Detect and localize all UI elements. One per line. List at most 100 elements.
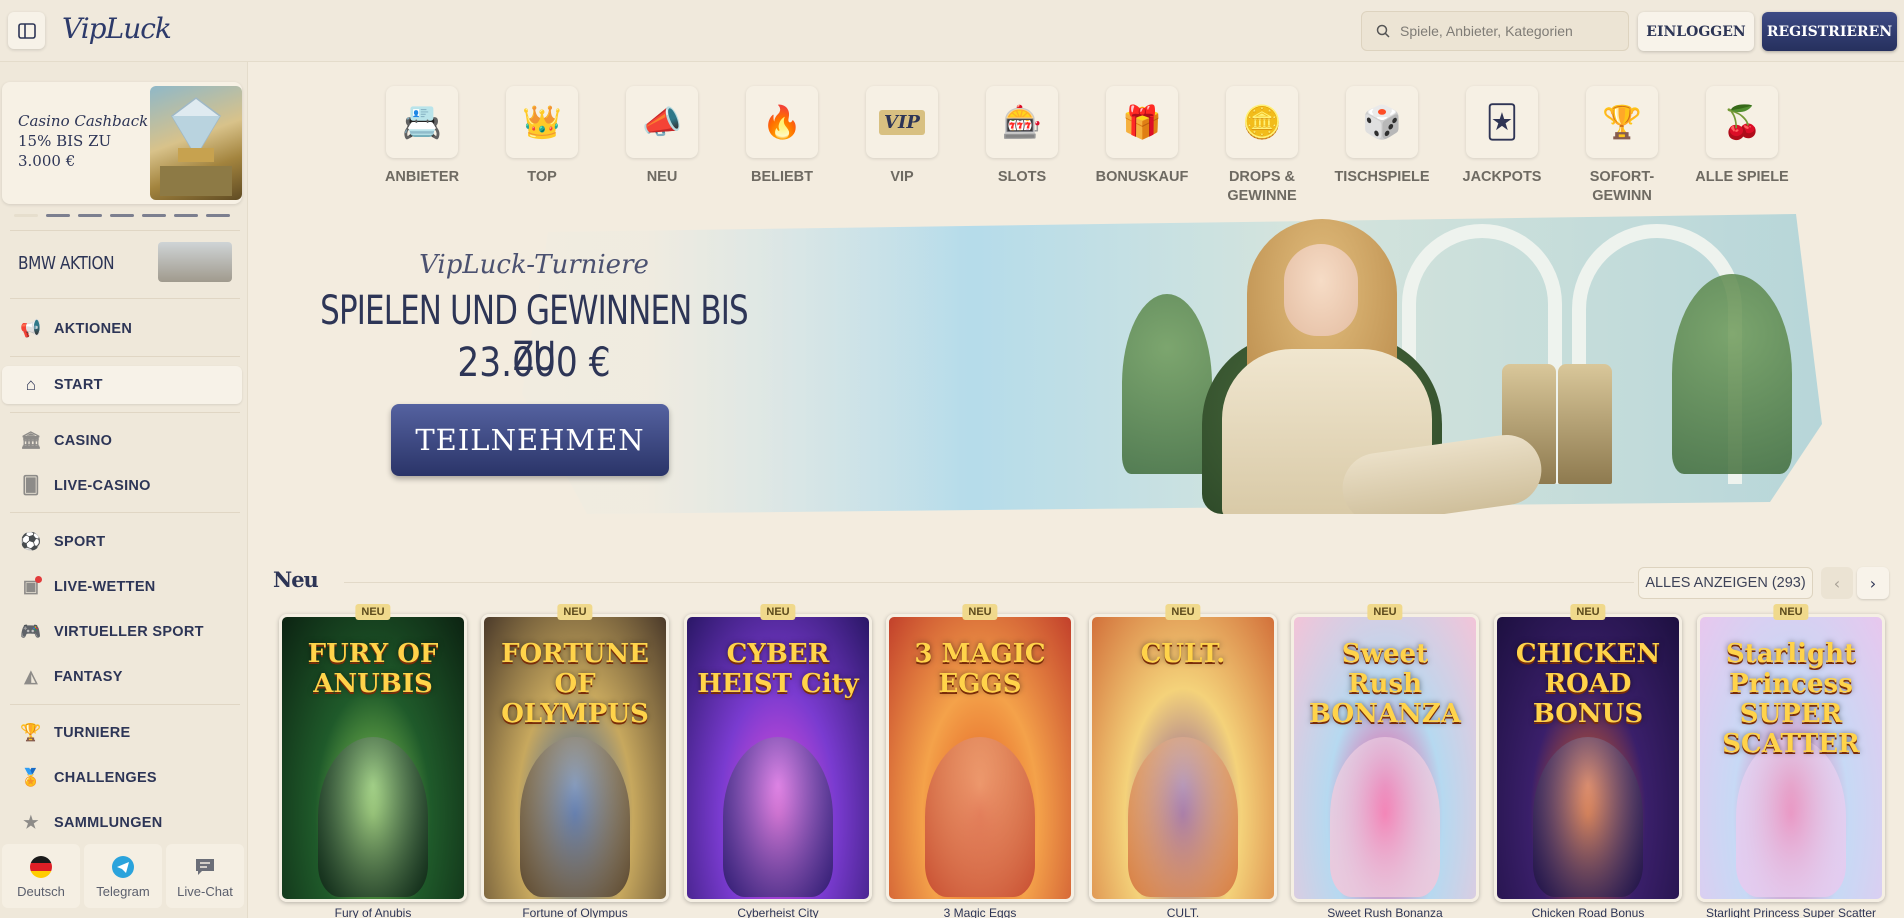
cashback-title: Casino Cashback [18, 112, 149, 130]
sidebar-item-virtueller-sport[interactable]: 🎮 VIRTUELLER SPORT [2, 613, 242, 651]
sidebar-item-start[interactable]: ⌂ START [2, 366, 242, 404]
new-badge: NEU [962, 604, 998, 620]
category-label: DROPS & GEWINNE [1227, 169, 1297, 204]
divider [10, 512, 240, 513]
show-all-button[interactable]: ALLES ANZEIGEN (293) [1638, 567, 1813, 599]
game-tile[interactable]: NEU CYBER HEIST City Cyberheist City [684, 604, 872, 918]
game-thumbnail[interactable]: CULT. [1089, 614, 1277, 902]
game-character [925, 737, 1035, 897]
divider [10, 356, 240, 357]
sidebar-item-sport[interactable]: ⚽ SPORT [2, 523, 242, 561]
megaphone-icon: 📢 [20, 319, 42, 338]
sidebar-item-live-casino[interactable]: 🂠 LIVE-CASINO [2, 467, 242, 505]
game-thumbnail[interactable]: 3 MAGIC EGGS [886, 614, 1074, 902]
carousel-dot[interactable] [142, 214, 166, 217]
game-thumbnail[interactable]: CHICKEN ROAD BONUS [1494, 614, 1682, 902]
game-tile[interactable]: NEU Sweet Rush BONANZA Sweet Rush Bonanz… [1291, 604, 1479, 918]
category-sofort-gewinn[interactable]: 🏆 SOFORT- GEWINN [1569, 86, 1675, 206]
category-vip[interactable]: VIP VIP [849, 86, 955, 187]
category-slots[interactable]: 🎰 SLOTS [969, 86, 1075, 187]
carousel-dot[interactable] [78, 214, 102, 217]
category-tischspiele[interactable]: 🎲 TISCHSPIELE [1329, 86, 1435, 187]
category-anbieter[interactable]: 📇 ANBIETER [369, 86, 475, 187]
category-label: ANBIETER [384, 169, 460, 185]
game-tile[interactable]: NEU FORTUNE OF OLYMPUS Fortune of Olympu… [481, 604, 669, 918]
sidebar-bottom-bar: Deutsch Telegram Live-Chat [0, 844, 248, 918]
language-label: Deutsch [17, 883, 65, 899]
sidebar-toggle-button[interactable] [8, 12, 45, 49]
category-jackpots[interactable]: 🃏 JACKPOTS [1449, 86, 1555, 187]
sidebar-item-aktionen[interactable]: 📢 AKTIONEN [2, 310, 242, 348]
bmw-promo[interactable]: BMW AKTION [2, 236, 242, 290]
game-thumbnail[interactable]: FURY OF ANUBIS [279, 614, 467, 902]
game-title: CULT. [1166, 906, 1200, 918]
brand-logo[interactable]: VipLuck [62, 12, 172, 45]
game-character [318, 737, 428, 897]
home-icon: ⌂ [25, 375, 37, 394]
carousel-dot[interactable] [46, 214, 70, 217]
chevron-right-icon: › [1869, 573, 1877, 593]
game-character [1330, 737, 1440, 897]
carousel-dot[interactable] [174, 214, 198, 217]
casino-icon: 🏛 [20, 431, 42, 450]
sidebar-item-sammlungen[interactable]: ★ SAMMLUNGEN [2, 804, 242, 842]
chevron-left-icon: ‹ [1833, 573, 1841, 593]
new-badge: NEU [1165, 604, 1201, 620]
sidebar-item-casino[interactable]: 🏛 CASINO [2, 422, 242, 460]
cashback-promo-card[interactable]: Casino Cashback 15% BIS ZU 3.000 € [2, 82, 242, 204]
search-box[interactable] [1361, 11, 1629, 51]
game-thumbnail[interactable]: Starlight Princess SUPER SCATTER [1697, 614, 1885, 902]
language-button[interactable]: Deutsch [2, 844, 80, 908]
search-icon [1376, 24, 1390, 38]
cards-icon: 🂠 [22, 476, 40, 495]
category-alle-spiele[interactable]: 🍒 ALLE SPIELE [1689, 86, 1795, 187]
carousel-prev-button[interactable]: ‹ [1821, 567, 1853, 599]
sidebar-item-label: TURNIERE [54, 725, 131, 741]
soccer-ball-icon: ⚽ [20, 532, 42, 551]
carousel-dot[interactable] [14, 214, 38, 217]
game-logo: FORTUNE OF OLYMPUS [501, 639, 649, 729]
category-label: BELIEBT [750, 169, 814, 185]
game-tile[interactable]: NEU CULT. CULT. [1089, 604, 1277, 918]
category-bonuskauf[interactable]: 🎁 BONUSKAUF [1089, 86, 1195, 187]
game-title: Fortune of Olympus [522, 906, 628, 918]
sidebar-item-fantasy[interactable]: ◭ FANTASY [2, 658, 242, 696]
category-neu[interactable]: 📣 NEU [609, 86, 715, 187]
banner-woman-face [1284, 244, 1358, 336]
game-tile[interactable]: NEU CHICKEN ROAD BONUS Chicken Road Bonu… [1494, 604, 1682, 918]
category-label: TISCHSPIELE [1334, 169, 1430, 185]
sidebar-item-label: START [54, 377, 103, 393]
join-tournament-button[interactable]: TEILNEHMEN [391, 404, 669, 476]
game-character [520, 737, 630, 897]
game-title: Cyberheist City [737, 906, 819, 918]
game-thumbnail[interactable]: FORTUNE OF OLYMPUS [481, 614, 669, 902]
sidebar-item-label: SPORT [54, 534, 106, 550]
sidebar-item-challenges[interactable]: 🏅 CHALLENGES [2, 759, 242, 797]
sidebar-item-turniere[interactable]: 🏆 TURNIERE [2, 714, 242, 752]
game-tile[interactable]: NEU FURY OF ANUBIS Fury of Anubis [279, 604, 467, 918]
promo-carousel-dots [14, 214, 230, 217]
telegram-button[interactable]: Telegram [84, 844, 162, 908]
provider-icon: 📇 [386, 86, 458, 158]
category-top[interactable]: 👑 TOP [489, 86, 595, 187]
game-thumbnail[interactable]: Sweet Rush BONANZA [1291, 614, 1479, 902]
tournament-banner[interactable]: VipLuck-Turniere SPIELEN UND GEWINNEN BI… [262, 214, 1862, 514]
category-drops-gewinne[interactable]: 🪙 DROPS & GEWINNE [1209, 86, 1315, 206]
flame-icon: 🔥 [746, 86, 818, 158]
game-tile[interactable]: NEU 3 MAGIC EGGS 3 Magic Eggs [886, 604, 1074, 918]
live-chat-button[interactable]: Live-Chat [166, 844, 244, 908]
carousel-next-button[interactable]: › [1857, 567, 1889, 599]
category-label: TOP [527, 169, 557, 185]
sidebar-item-label: LIVE-WETTEN [54, 579, 156, 595]
category-beliebt[interactable]: 🔥 BELIEBT [729, 86, 835, 187]
carousel-dot[interactable] [110, 214, 134, 217]
carousel-dot[interactable] [206, 214, 230, 217]
sidebar-item-live-wetten[interactable]: ▣ LIVE-WETTEN [2, 568, 242, 606]
register-button[interactable]: REGISTRIEREN [1762, 12, 1897, 51]
game-tile[interactable]: NEU Starlight Princess SUPER SCATTER Sta… [1697, 604, 1885, 918]
divider [10, 230, 240, 231]
login-button[interactable]: EINLOGGEN [1638, 12, 1754, 51]
search-input[interactable] [1400, 23, 1620, 39]
game-character [1128, 737, 1238, 897]
game-thumbnail[interactable]: CYBER HEIST City [684, 614, 872, 902]
